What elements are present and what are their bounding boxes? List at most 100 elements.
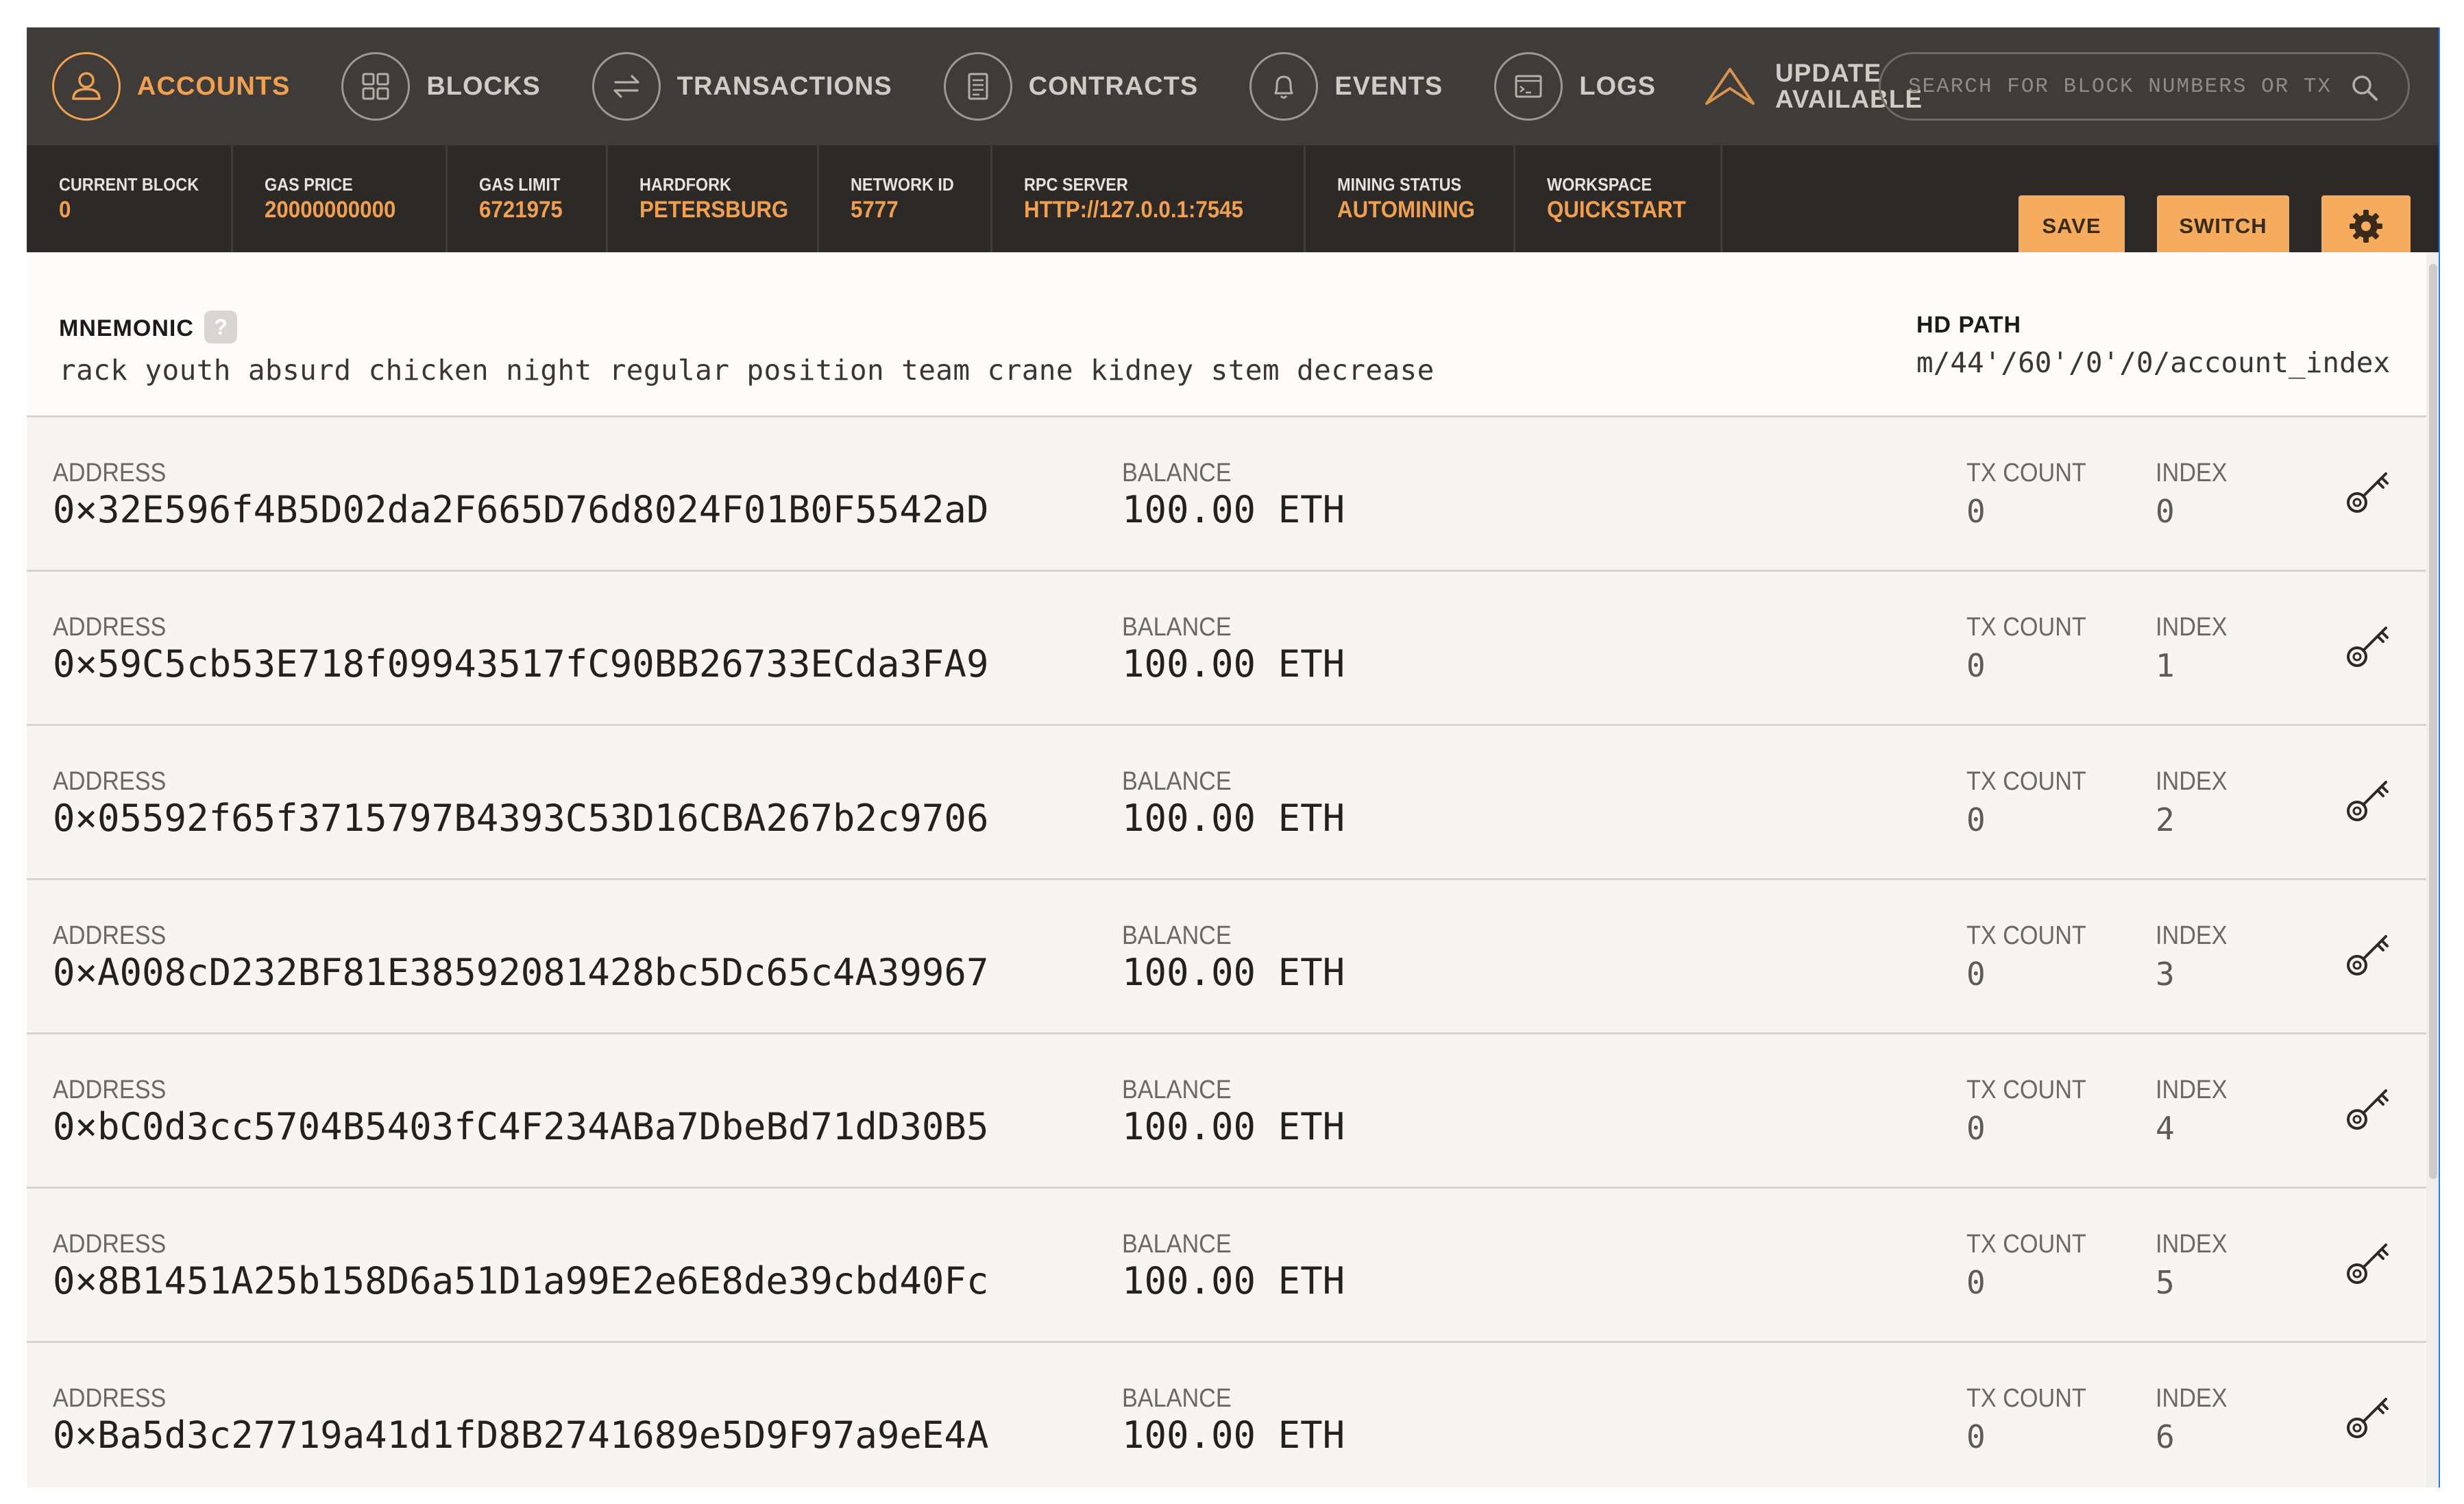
account-index: 6 xyxy=(2156,1418,2175,1455)
index-label: INDEX xyxy=(2156,459,2228,487)
balance-label: BALANCE xyxy=(1122,767,1232,796)
stat-label: GAS LIMIT xyxy=(479,174,561,195)
account-index: 5 xyxy=(2156,1264,2175,1301)
help-icon[interactable]: ? xyxy=(204,311,237,343)
index-label: INDEX xyxy=(2156,1230,2228,1259)
key-icon[interactable] xyxy=(2342,771,2397,829)
account-balance: 100.00 ETH xyxy=(1122,1259,1345,1302)
account-row[interactable]: ADDRESS 0×8B1451A25b158D6a51D1a99E2e6E8de… xyxy=(27,1189,2426,1343)
account-tx-count: 0 xyxy=(1966,493,1986,530)
account-row[interactable]: ADDRESS 0×59C5cb53E718f09943517fC90BB2673… xyxy=(27,572,2426,726)
account-row[interactable]: ADDRESS 0×bC0d3cc5704B5403fC4F234ABa7DbeB… xyxy=(27,1034,2426,1189)
account-row[interactable]: ADDRESS 0×Ba5d3c27719a41d1fD8B2741689e5D9… xyxy=(27,1343,2426,1488)
nav-logs[interactable]: LOGS xyxy=(1494,27,1656,145)
account-balance: 100.00 ETH xyxy=(1122,1105,1345,1148)
index-label: INDEX xyxy=(2156,767,2228,796)
nav-events-label: EVENTS xyxy=(1334,71,1443,101)
account-index: 2 xyxy=(2156,801,2175,838)
balance-label: BALANCE xyxy=(1122,921,1232,950)
key-icon[interactable] xyxy=(2342,463,2397,521)
index-label: INDEX xyxy=(2156,613,2228,642)
address-label: ADDRESS xyxy=(53,1384,167,1413)
account-address: 0×59C5cb53E718f09943517fC90BB26733ECda3F… xyxy=(53,642,989,686)
hd-path-value: m/44'/60'/0'/0/account_index xyxy=(1916,346,2391,379)
index-label: INDEX xyxy=(2156,1384,2228,1413)
key-icon[interactable] xyxy=(2342,1234,2397,1292)
save-button[interactable]: SAVE xyxy=(2018,195,2125,257)
account-index: 0 xyxy=(2156,493,2175,530)
terminal-icon xyxy=(1494,52,1563,121)
tx-count-label: TX COUNT xyxy=(1966,1230,2086,1259)
account-index: 4 xyxy=(2156,1110,2175,1147)
account-tx-count: 0 xyxy=(1966,1418,1986,1455)
nav-blocks[interactable]: BLOCKS xyxy=(341,27,540,145)
account-list: ADDRESS 0×32E596f4B5D02da2F665D76d8024F01… xyxy=(27,417,2426,1488)
account-tx-count: 0 xyxy=(1966,801,1986,838)
balance-label: BALANCE xyxy=(1122,613,1232,642)
blocks-icon xyxy=(341,52,411,121)
stat-hardfork: HARDFORK PETERSBURG xyxy=(608,145,819,252)
nav-contracts[interactable]: CONTRACTS xyxy=(943,27,1199,145)
bell-icon xyxy=(1249,52,1319,121)
account-address: 0×bC0d3cc5704B5403fC4F234ABa7DbeBd71dD30… xyxy=(53,1105,989,1148)
stat-value: AUTOMINING xyxy=(1337,197,1476,223)
stat-value: 6721975 xyxy=(479,197,563,223)
stat-gas-limit: GAS LIMIT 6721975 xyxy=(448,145,608,252)
tx-count-label: TX COUNT xyxy=(1966,767,2086,796)
stat-value: 0 xyxy=(59,197,71,223)
nav-contracts-label: CONTRACTS xyxy=(1028,71,1199,101)
nav-transactions-label: TRANSACTIONS xyxy=(676,71,892,101)
user-icon xyxy=(52,52,121,121)
search-input[interactable] xyxy=(1907,73,2348,99)
balance-label: BALANCE xyxy=(1122,1076,1232,1104)
search-box[interactable] xyxy=(1879,52,2410,121)
nav-accounts[interactable]: ACCOUNTS xyxy=(52,27,290,145)
stat-value: 20000000000 xyxy=(265,197,396,223)
account-balance: 100.00 ETH xyxy=(1122,1414,1345,1457)
account-tx-count: 0 xyxy=(1966,1110,1986,1147)
account-address: 0×8B1451A25b158D6a51D1a99E2e6E8de39cbd40… xyxy=(53,1259,989,1302)
account-row[interactable]: ADDRESS 0×05592f65f3715797B4393C53D16CBA2… xyxy=(27,726,2426,880)
tx-count-label: TX COUNT xyxy=(1966,1076,2086,1104)
account-address: 0×32E596f4B5D02da2F665D76d8024F01B0F5542… xyxy=(53,488,989,531)
nav-logs-label: LOGS xyxy=(1579,71,1656,101)
account-balance: 100.00 ETH xyxy=(1122,488,1345,531)
stat-mining-status: MINING STATUS AUTOMINING xyxy=(1306,145,1515,252)
key-icon[interactable] xyxy=(2342,1388,2397,1446)
stat-label: NETWORK ID xyxy=(851,174,954,195)
tx-count-label: TX COUNT xyxy=(1966,613,2086,642)
window-border xyxy=(2439,27,2440,1488)
balance-label: BALANCE xyxy=(1122,459,1232,487)
stat-label: GAS PRICE xyxy=(265,174,353,195)
document-icon xyxy=(943,52,1012,121)
nav-transactions[interactable]: TRANSACTIONS xyxy=(591,27,892,145)
account-row[interactable]: ADDRESS 0×A008cD232BF81E38592081428bc5Dc6… xyxy=(27,880,2426,1034)
settings-button[interactable] xyxy=(2321,195,2411,257)
address-label: ADDRESS xyxy=(53,459,167,487)
address-label: ADDRESS xyxy=(53,613,167,642)
switch-button[interactable]: SWITCH xyxy=(2157,195,2289,257)
nav-accounts-label: ACCOUNTS xyxy=(137,71,291,101)
stat-label: CURRENT BLOCK xyxy=(59,174,199,195)
key-icon[interactable] xyxy=(2342,617,2397,675)
account-tx-count: 0 xyxy=(1966,647,1986,684)
address-label: ADDRESS xyxy=(53,767,167,796)
account-tx-count: 0 xyxy=(1966,956,1986,993)
key-icon[interactable] xyxy=(2342,925,2397,984)
mnemonic-section: MNEMONIC ? rack youth absurd chicken nig… xyxy=(27,252,2426,417)
stat-current-block: CURRENT BLOCK 0 xyxy=(27,145,233,252)
tx-count-label: TX COUNT xyxy=(1966,459,2086,487)
stat-workspace: WORKSPACE QUICKSTART xyxy=(1515,145,1722,252)
tx-count-label: TX COUNT xyxy=(1966,921,2086,950)
index-label: INDEX xyxy=(2156,921,2228,950)
account-index: 3 xyxy=(2156,956,2175,993)
scrollbar-thumb[interactable] xyxy=(2429,264,2437,1179)
stat-value: QUICKSTART xyxy=(1547,197,1686,223)
key-icon[interactable] xyxy=(2342,1080,2397,1138)
account-tx-count: 0 xyxy=(1966,1264,1986,1301)
nav-blocks-label: BLOCKS xyxy=(426,71,541,101)
account-row[interactable]: ADDRESS 0×32E596f4B5D02da2F665D76d8024F01… xyxy=(27,417,2426,572)
nav-events[interactable]: EVENTS xyxy=(1249,27,1443,145)
gear-icon xyxy=(2350,210,2382,243)
search-icon[interactable] xyxy=(2349,72,2380,104)
